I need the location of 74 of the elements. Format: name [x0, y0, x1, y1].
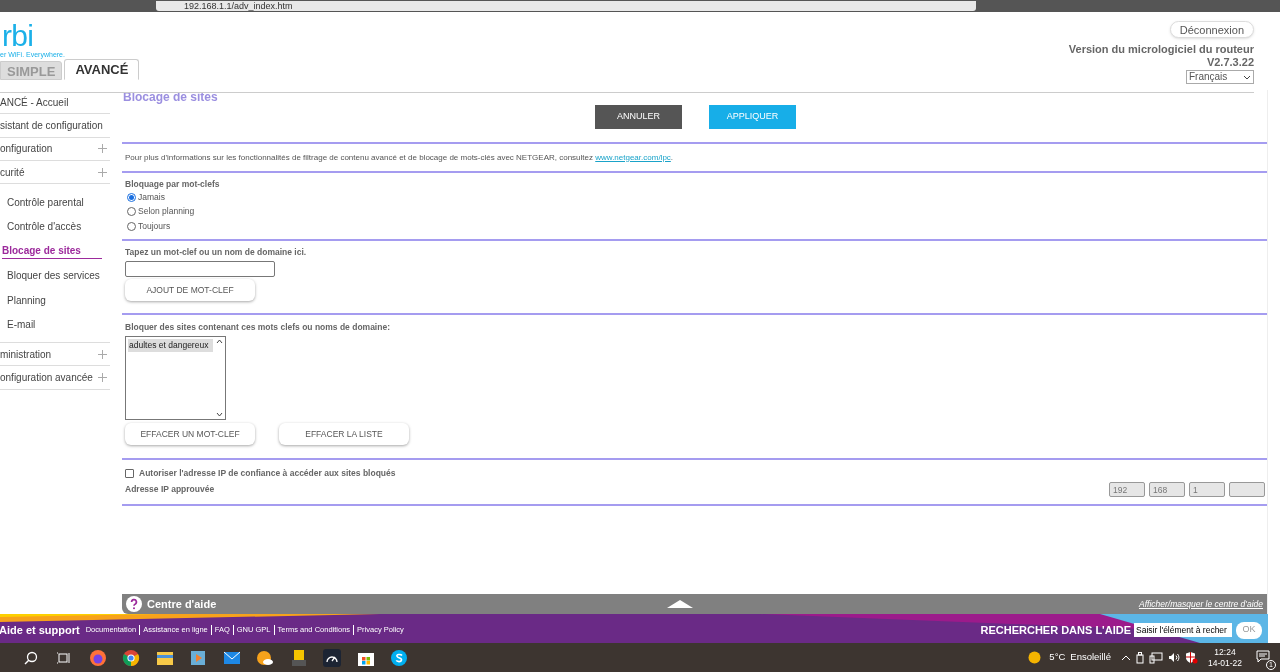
caret-icon — [1243, 74, 1251, 80]
scroll-down-icon — [215, 412, 223, 417]
speaker-icon — [1167, 652, 1180, 663]
cancel-button[interactable]: ANNULER — [595, 105, 682, 129]
sidebar-item[interactable]: ministration — [0, 343, 110, 367]
list-item[interactable]: adultes et dangereux — [128, 339, 213, 352]
sidebar-item[interactable]: E-mail — [7, 317, 36, 333]
mail-icon — [222, 650, 241, 665]
list-label: Bloquer des sites contenant ces mots clefs ou noms de domaine: — [125, 321, 391, 333]
firmware-label: Version du micrologiciel du routeur — [1068, 43, 1254, 56]
sidebar-item[interactable]: onfiguration — [0, 137, 110, 161]
radio-option[interactable]: Selon planning — [125, 204, 1267, 219]
firmware-version: V2.7.3.22 — [1206, 56, 1254, 69]
sidebar-item[interactable]: curité — [0, 160, 110, 185]
sidebar-item[interactable]: Bloquer des services — [7, 268, 100, 284]
usb-drive-icon — [1135, 651, 1144, 664]
field-label: Adresse IP approuvée — [125, 483, 215, 496]
sidebar-item[interactable]: ANCÉ - Accueil — [0, 91, 110, 115]
checkbox-label: Autoriser l'adresse IP de confiance à accéder aux sites bloqués — [139, 466, 396, 480]
keyword-input[interactable] — [125, 261, 275, 277]
language-dropdown[interactable]: Français — [1186, 70, 1254, 84]
speedometer-icon — [323, 648, 342, 667]
sidebar-item[interactable]: Blocage de sites — [2, 243, 102, 259]
search-label: RECHERCHER DANS L'AIDE — [980, 622, 1131, 638]
weather-app-icon — [256, 649, 275, 666]
chevron-up-icon — [1120, 654, 1131, 661]
notification-icon — [1256, 649, 1270, 662]
search-icon — [23, 650, 38, 665]
network-icon — [1148, 651, 1163, 664]
clock-time: 12:24 — [1214, 646, 1236, 658]
sidebar-item[interactable]: onfiguration avancée — [0, 366, 110, 390]
delete-keyword-button[interactable]: EFFACER UN MOT-CLEF — [125, 423, 255, 445]
plus-icon[interactable] — [98, 349, 107, 359]
sun-icon — [1028, 651, 1042, 664]
info-text: Pour plus d'informations sur les fonctionnalités de filtrage de contenu avancé et de blocage de mots-clés avec NETGEAR, consultez www.netgear.com/lpc. — [125, 151, 674, 164]
scroll-up-icon — [215, 339, 223, 344]
app-icon — [290, 648, 307, 667]
radio-option[interactable]: Toujours — [125, 219, 1267, 234]
weather-condition: Ensoleillé — [1070, 650, 1111, 665]
logout-button[interactable]: Déconnexion — [1169, 21, 1254, 38]
url-text: 192.168.1.1/adv_index.htm — [184, 1, 293, 11]
toggle-help-link[interactable]: Afficher/masquer le centre d'aide — [1139, 597, 1263, 611]
section-label: Bloquage par mot-clefs — [125, 178, 221, 190]
field-label: Tapez un mot-clef ou un nom de domaine ici. — [125, 246, 308, 258]
plus-icon[interactable] — [98, 167, 107, 177]
plus-icon[interactable] — [98, 373, 107, 383]
checkbox[interactable] — [125, 468, 134, 478]
sidebar-item[interactable]: Contrôle d'accès — [7, 219, 82, 235]
skype-icon — [390, 648, 409, 667]
address-bar[interactable]: 192.168.1.1/adv_index.htm — [156, 1, 976, 11]
clock-date: 14-01-22 — [1207, 657, 1242, 669]
page-title: Blocage de sites — [122, 90, 219, 104]
keyword-list[interactable]: adultes et dangereux — [125, 336, 226, 420]
radio-option[interactable]: Jamais — [125, 190, 1267, 205]
help-search-field[interactable]: Saisir l'élément à recher — [1134, 623, 1232, 637]
help-icon — [126, 596, 142, 612]
folder-icon — [155, 649, 174, 666]
temperature: 5°C — [1049, 650, 1066, 665]
sidebar-item[interactable]: Contrôle parental — [7, 194, 84, 210]
sidebar-item[interactable]: sistant de configuration — [0, 114, 110, 138]
tab[interactable]: AVANCÉ — [64, 59, 140, 80]
chrome-icon — [122, 648, 141, 667]
clear-list-button[interactable]: EFFACER LA LISTE — [279, 423, 409, 445]
expand-arrow-icon — [667, 600, 693, 608]
help-title: Centre d'aide — [147, 596, 218, 612]
plus-icon[interactable] — [98, 144, 107, 154]
sidebar-item[interactable]: Planning — [7, 292, 46, 308]
footer-title: Aide et support — [0, 622, 80, 638]
task-view-icon — [57, 651, 72, 664]
add-keyword-button[interactable]: AJOUT DE MOT-CLEF — [125, 279, 255, 301]
shield-icon — [1184, 651, 1198, 664]
logo-wordmark: rbi — [2, 22, 35, 50]
firefox-icon — [88, 648, 107, 667]
media-player-icon — [190, 649, 207, 666]
